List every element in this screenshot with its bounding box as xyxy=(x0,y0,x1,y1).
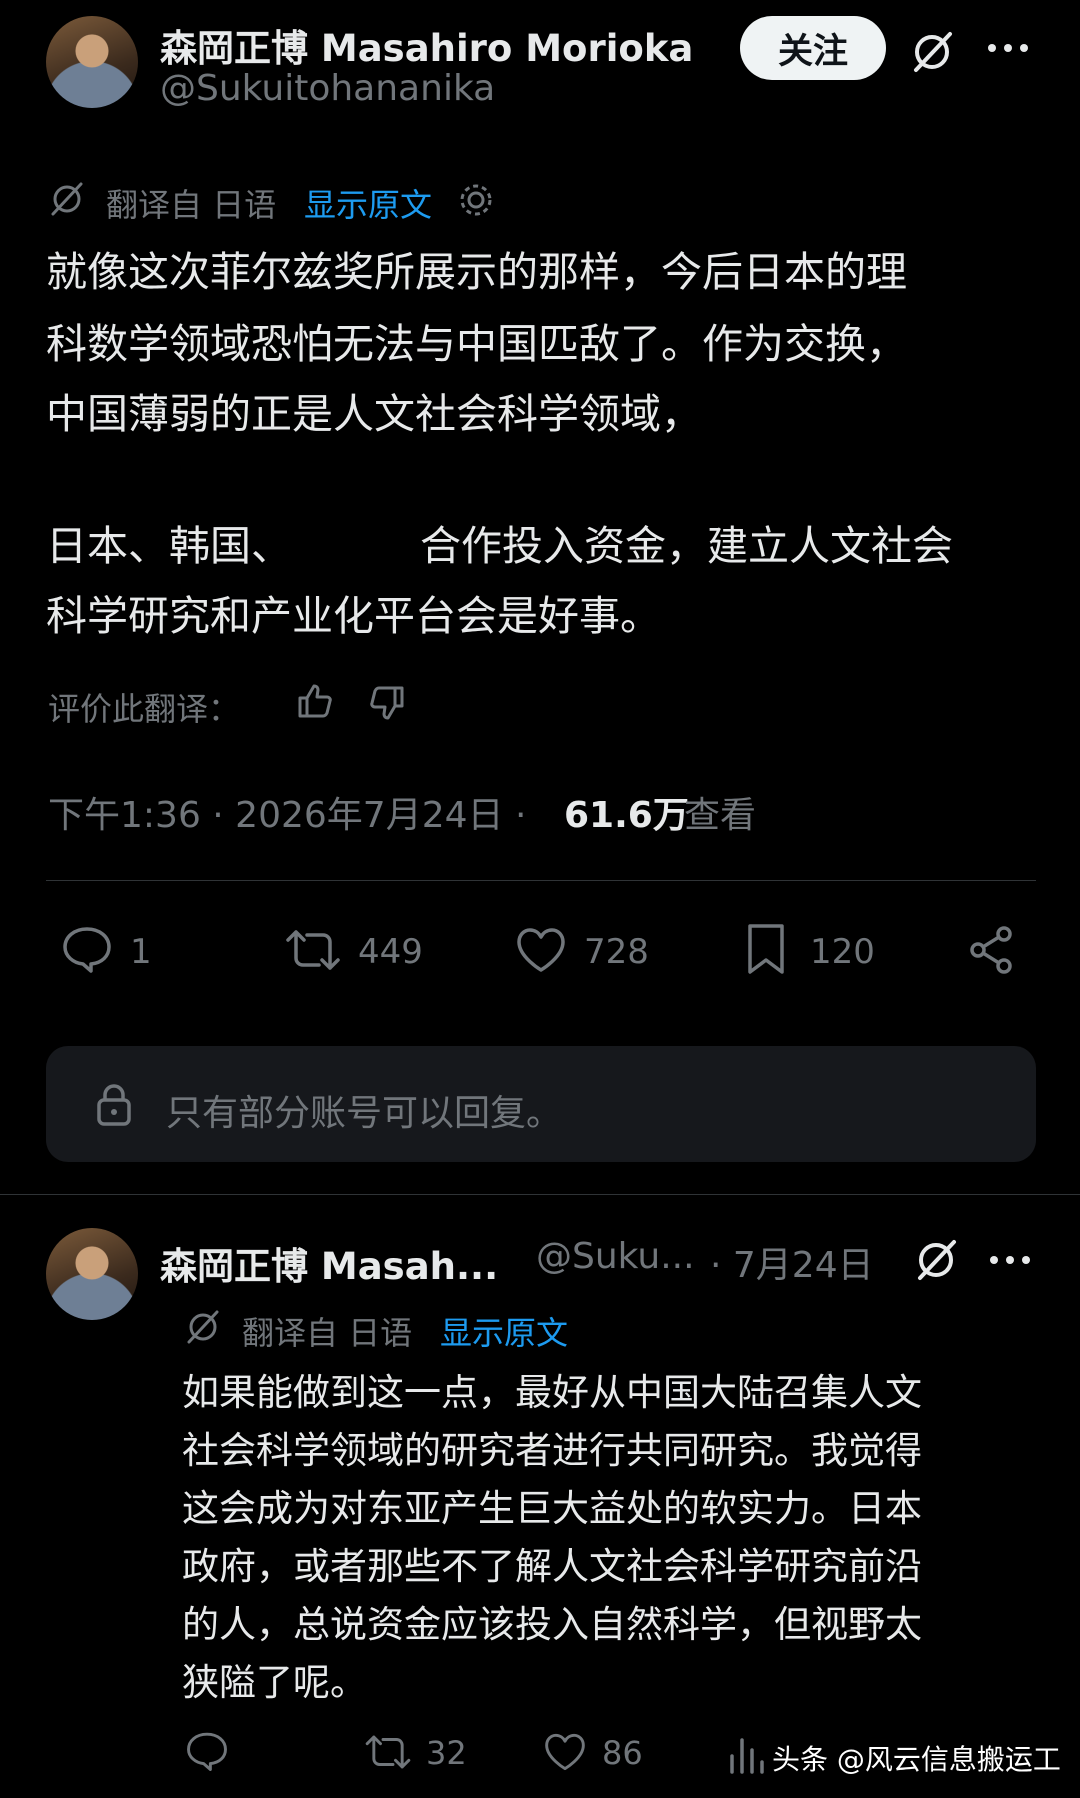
lock-icon xyxy=(94,1082,134,1128)
reply-icon[interactable] xyxy=(184,1730,230,1772)
timestamp[interactable]: 下午1:36 · 2026年7月24日 · xyxy=(48,786,526,838)
avatar[interactable] xyxy=(46,16,138,108)
like-count: 728 xyxy=(584,932,649,972)
translated-from-label: 翻译自 日语 xyxy=(242,1314,413,1352)
tweet-text-line: 科学研究和产业化平台会是好事。 xyxy=(46,592,661,640)
more-icon[interactable] xyxy=(986,42,1030,54)
views-label: 查看 xyxy=(684,795,757,836)
retweet-icon[interactable] xyxy=(282,926,344,974)
more-icon[interactable] xyxy=(988,1254,1032,1266)
like-icon[interactable] xyxy=(514,926,568,974)
tweet-text-line: 科数学领域恐怕无法与中国匹敌了。作为交换， xyxy=(46,320,907,368)
tweet-text-line: 如果能做到这一点，最好从中国大陆召集人文 xyxy=(182,1371,922,1414)
like-count: 86 xyxy=(602,1734,643,1772)
follow-button[interactable]: 关注 xyxy=(740,16,886,80)
tweet-text-line: 政府，或者那些不了解人文社会科学研究前沿 xyxy=(182,1545,922,1588)
views-icon[interactable] xyxy=(726,1734,766,1774)
grok-icon xyxy=(48,180,86,218)
tweet-text-line: 中国薄弱的正是人文社会科学领域， xyxy=(46,390,702,438)
thumbs-up-icon[interactable] xyxy=(294,680,334,720)
divider xyxy=(0,1194,1080,1195)
tweet-text-line: 社会科学领域的研究者进行共同研究。我觉得 xyxy=(182,1429,922,1472)
retweet-count: 449 xyxy=(358,932,423,972)
watermark: 头条 @风云信息搬运工 xyxy=(772,1743,1061,1776)
retweet-icon[interactable] xyxy=(362,1732,414,1772)
divider xyxy=(46,880,1036,881)
rate-translation-label: 评价此翻译： xyxy=(48,690,241,728)
avatar[interactable] xyxy=(46,1228,138,1320)
show-original-link[interactable]: 显示原文 xyxy=(304,180,432,226)
translated-from-label: 翻译自 日语 xyxy=(106,186,277,224)
author-name[interactable]: 森岡正博 Masah... xyxy=(160,1236,498,1290)
retweet-count: 32 xyxy=(426,1734,467,1772)
author-handle[interactable]: @Sukuitohananika xyxy=(160,68,495,109)
show-original-link[interactable]: 显示原文 xyxy=(440,1308,568,1354)
views-count: 61.6万 xyxy=(564,795,689,836)
reply-restriction-text: 只有部分账号可以回复。 xyxy=(166,1093,563,1134)
tweet-text-line: 的人，总说资金应该投入自然科学，但视野太 xyxy=(182,1603,922,1646)
author-name[interactable]: 森岡正博 Masahiro Morioka xyxy=(160,18,693,72)
share-icon[interactable] xyxy=(966,924,1018,976)
author-handle[interactable]: @Suku... xyxy=(536,1236,695,1277)
tweet-text-line: 就像这次菲尔兹奖所展示的那样，今后日本的理 xyxy=(46,248,907,296)
post-date[interactable]: · 7月24日 xyxy=(710,1236,874,1288)
tweet-text-line: 合作投入资金，建立人文社会 xyxy=(420,522,953,570)
like-icon[interactable] xyxy=(542,1732,588,1772)
thumbs-down-icon[interactable] xyxy=(368,684,408,724)
reply-count: 1 xyxy=(130,932,152,972)
grok-icon xyxy=(184,1308,222,1346)
follow-label: 关注 xyxy=(777,31,848,72)
settings-icon[interactable] xyxy=(456,180,496,220)
reply-icon[interactable] xyxy=(60,924,114,974)
bookmark-icon[interactable] xyxy=(744,922,788,976)
grok-icon[interactable] xyxy=(912,1236,960,1284)
bookmark-count: 120 xyxy=(810,932,875,972)
grok-icon[interactable] xyxy=(908,28,956,76)
tweet-text-line: 这会成为对东亚产生巨大益处的软实力。日本 xyxy=(182,1487,922,1530)
tweet-text-line: 日本、韩国、 xyxy=(46,522,292,570)
tweet-text-line: 狭隘了呢。 xyxy=(182,1661,367,1704)
